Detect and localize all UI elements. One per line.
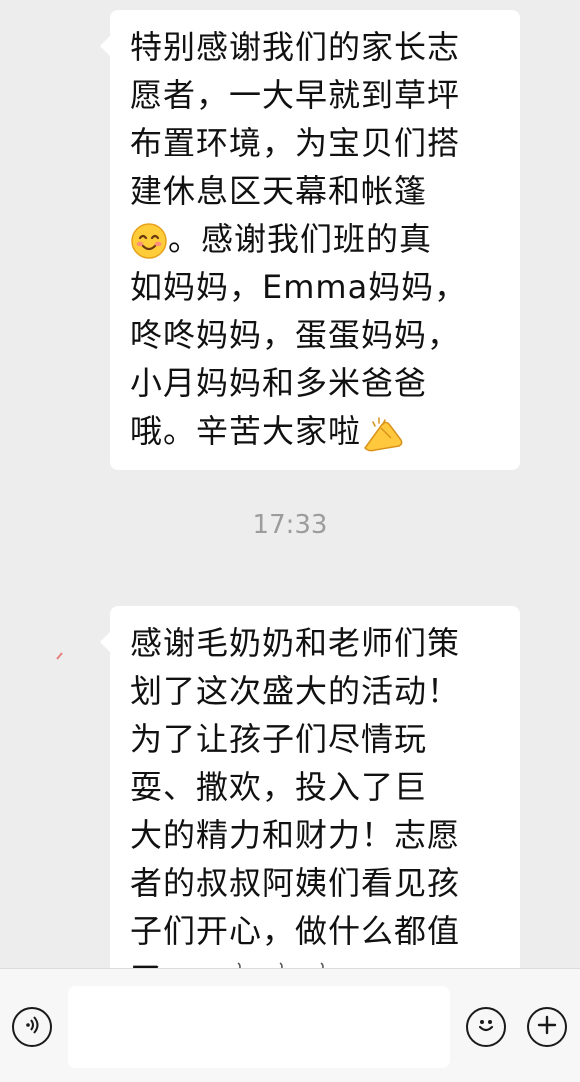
message-line-with-emoji: 。感谢我们班的真 bbox=[130, 215, 502, 263]
message-line: 愿者，一大早就到草坪 bbox=[130, 76, 461, 114]
message-line-with-emoji: 了 bbox=[130, 955, 502, 968]
message-line: 者的叔叔阿姨们看见孩 bbox=[130, 864, 461, 902]
smiling-face-emoji-icon bbox=[130, 222, 168, 260]
message-line: 感谢毛奶奶和老师们策 bbox=[130, 624, 461, 662]
message-bubble[interactable]: 特别感谢我们的家长志 愿者，一大早就到草坪 布置环境，为宝贝们搭 建休息区天幕和… bbox=[100, 10, 520, 470]
message-line: 如妈妈，Emma妈妈， bbox=[130, 268, 468, 306]
chat-area: 特别感谢我们的家长志 愿者，一大早就到草坪 布置环境，为宝贝们搭 建休息区天幕和… bbox=[0, 0, 580, 968]
input-bar bbox=[0, 968, 580, 1082]
voice-input-button[interactable] bbox=[12, 1007, 52, 1047]
message-line: 建休息区天幕和帐篷 bbox=[130, 172, 428, 210]
message-line: 划了这次盛大的活动！ bbox=[130, 672, 461, 710]
message-line: 子们开心，做什么都值 bbox=[130, 912, 461, 950]
message-line-text: 哦。辛苦大家啦 bbox=[130, 412, 362, 450]
message-line: 小月妈妈和多米爸爸 bbox=[130, 364, 428, 402]
voice-wave-icon bbox=[21, 1014, 43, 1040]
more-options-button[interactable] bbox=[527, 1007, 567, 1047]
message-line: 特别感谢我们的家长志 bbox=[130, 28, 461, 66]
message-line: 为了让孩子们尽情玩 bbox=[130, 720, 428, 758]
message-line: 大的精力和财力！志愿 bbox=[130, 816, 461, 854]
plus-icon bbox=[536, 1014, 558, 1040]
clasped-hands-emoji-icon bbox=[361, 414, 405, 452]
message-line: 耍、撒欢，投入了巨 bbox=[130, 768, 428, 806]
message-input[interactable] bbox=[68, 986, 450, 1068]
message-line-with-emoji: 哦。辛苦大家啦 bbox=[130, 407, 502, 455]
emoji-button[interactable] bbox=[466, 1007, 506, 1047]
message-line: 布置环境，为宝贝们搭 bbox=[130, 124, 461, 162]
message-line-text: 了 bbox=[130, 960, 163, 968]
timestamp: 17:33 bbox=[252, 510, 328, 540]
message-line-text: 。感谢我们班的真 bbox=[168, 220, 433, 258]
decorative-mark bbox=[56, 645, 64, 660]
message-line: 咚咚妈妈，蛋蛋妈妈， bbox=[130, 316, 461, 354]
message-bubble[interactable]: 感谢毛奶奶和老师们策 划了这次盛大的活动！ 为了让孩子们尽情玩 耍、撒欢，投入了… bbox=[100, 606, 520, 968]
smiley-icon bbox=[473, 1012, 499, 1042]
